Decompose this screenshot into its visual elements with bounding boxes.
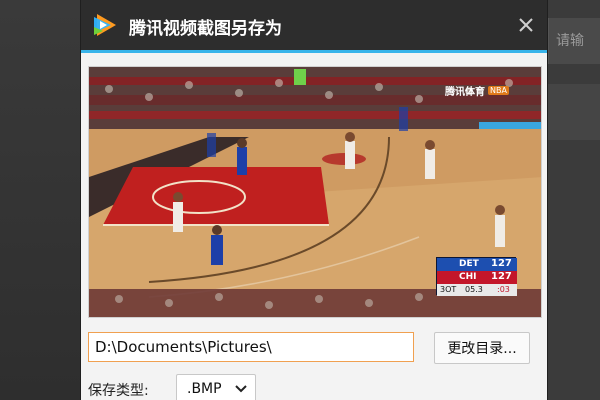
change-directory-button[interactable]: 更改目录... bbox=[434, 332, 530, 364]
team1-score: 127 bbox=[491, 258, 512, 269]
chevron-down-icon bbox=[235, 385, 247, 393]
dialog-titlebar[interactable]: 腾讯视频截图另存为 bbox=[81, 0, 547, 50]
tencent-video-logo-icon bbox=[94, 14, 116, 36]
screenshot-preview: 腾讯体育 NBA DET 127 CHI 127 3OT 05.3 :03 bbox=[88, 66, 542, 318]
scoreboard: DET 127 CHI 127 3OT 05.3 :03 bbox=[436, 257, 517, 296]
team2-score: 127 bbox=[491, 271, 512, 282]
game-period: 3OT bbox=[440, 285, 457, 294]
dialog-title: 腾讯视频截图另存为 bbox=[129, 19, 282, 39]
game-clock: 05.3 bbox=[465, 285, 483, 294]
save-type-value: .BMP bbox=[187, 381, 222, 397]
background-app-left bbox=[0, 0, 80, 400]
team2-name: CHI bbox=[459, 272, 477, 282]
scoreboard-row-team1: DET 127 bbox=[437, 258, 517, 271]
watermark-badge: NBA bbox=[488, 86, 509, 95]
watermark-text: 腾讯体育 bbox=[445, 87, 485, 98]
background-panel bbox=[548, 84, 600, 140]
save-screenshot-dialog: 腾讯视频截图另存为 腾讯体育 NBA DET 127 CHI 127 3OT 0… bbox=[80, 0, 548, 400]
titlebar-accent-line bbox=[81, 50, 547, 53]
scoreboard-row-team2: CHI 127 bbox=[437, 271, 517, 284]
save-type-label: 保存类型: bbox=[88, 383, 149, 399]
broadcast-watermark: 腾讯体育 NBA bbox=[445, 83, 509, 98]
close-icon[interactable] bbox=[513, 12, 539, 38]
save-type-select[interactable]: .BMP bbox=[176, 374, 256, 400]
scoreboard-clock-row: 3OT 05.3 :03 bbox=[437, 284, 517, 296]
team1-name: DET bbox=[459, 259, 479, 269]
save-path-input[interactable] bbox=[88, 332, 414, 362]
shot-clock: :03 bbox=[497, 285, 510, 294]
background-search-hint: 请输 bbox=[556, 33, 584, 49]
